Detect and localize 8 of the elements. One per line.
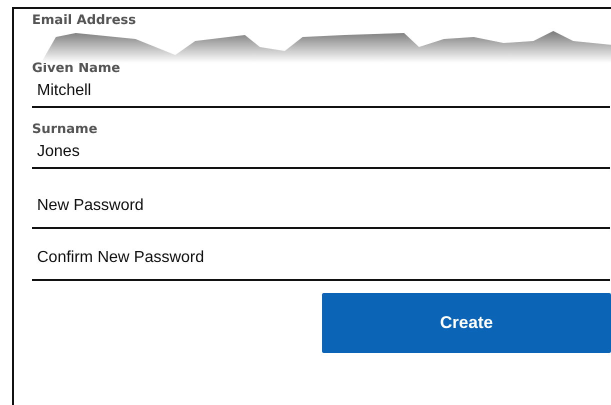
field-label: Given Name xyxy=(32,61,122,76)
input-field[interactable]: New Password xyxy=(32,183,610,229)
input-field[interactable]: Mitchell xyxy=(32,76,610,108)
input-field[interactable]: Jones xyxy=(32,137,610,169)
field-label: Surname xyxy=(32,122,98,137)
input-field[interactable]: Confirm New Password xyxy=(32,235,610,281)
create-button[interactable]: Create xyxy=(322,293,611,353)
field-label: Email Address xyxy=(32,13,138,28)
